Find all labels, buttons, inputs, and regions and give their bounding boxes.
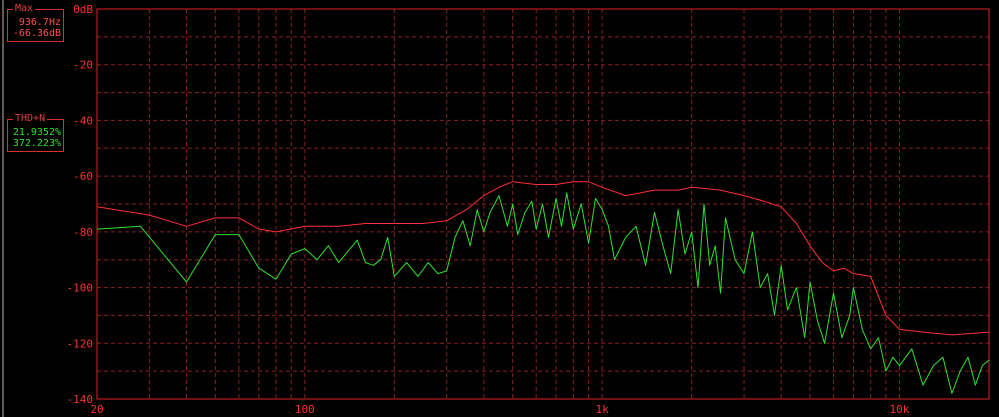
series-line-green xyxy=(96,192,990,394)
y-tick-label: -80 xyxy=(73,226,93,239)
max-readout-title: Max xyxy=(13,3,36,14)
x-tick-label: 1k xyxy=(596,403,610,416)
spectrum-chart: 0dB -20 -40 -60 -80 -100 -120 -14020 100 1k 10k xyxy=(2,0,990,417)
x-tick-label: 100 xyxy=(295,403,315,416)
max-frequency: 936.7Hz xyxy=(18,17,61,28)
y-tick-label: -100 xyxy=(67,282,94,295)
y-tick-label: -40 xyxy=(73,114,93,127)
y-tick-label: -140 xyxy=(67,393,94,406)
x-tick-label: 20 xyxy=(90,403,103,416)
y-tick-label: -60 xyxy=(73,170,93,183)
y-tick-label: 0dB xyxy=(73,3,93,16)
y-tick-label: -20 xyxy=(73,59,93,72)
thdn-readout-box: THD+N 21.9352% 372.223% xyxy=(7,113,64,152)
axes xyxy=(2,0,990,417)
x-tick-label: 10k xyxy=(890,403,910,416)
thdn-percent-b: 372.223% xyxy=(12,138,61,149)
y-tick-label: -120 xyxy=(67,337,94,350)
thdn-percent-a: 21.9352% xyxy=(12,127,61,138)
max-level: -66.36dB xyxy=(12,28,61,39)
max-readout-box: Max 936.7Hz -66.36dB xyxy=(7,3,64,42)
thdn-readout-title: THD+N xyxy=(13,113,48,124)
